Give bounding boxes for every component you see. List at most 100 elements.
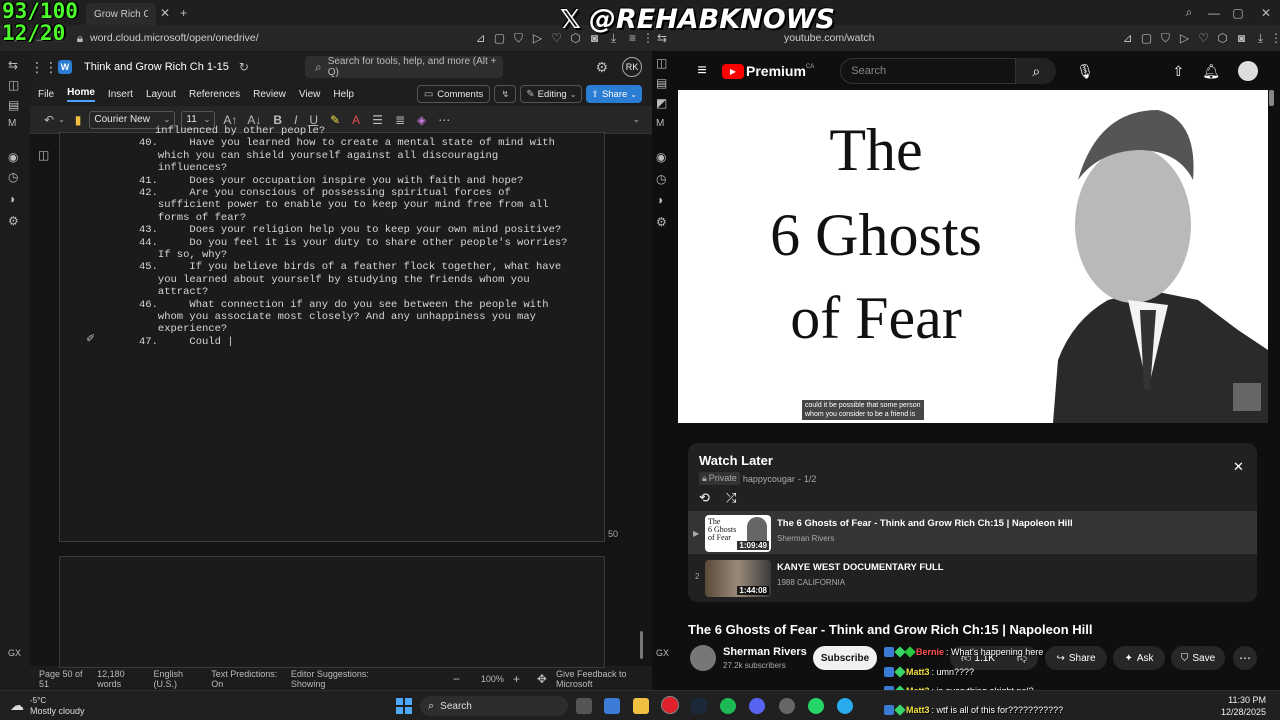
file-explorer-icon[interactable] <box>633 698 649 714</box>
youtube-logo-icon[interactable]: ▶ <box>722 63 744 79</box>
new-tab-icon[interactable]: + <box>180 6 187 20</box>
save-video-button[interactable]: ⛉ Save <box>1171 646 1225 670</box>
ask-button[interactable]: ✦ Ask <box>1113 646 1165 670</box>
menu-insert[interactable]: Insert <box>108 89 133 100</box>
more-actions-button[interactable]: ⋯ <box>1233 646 1257 670</box>
rail-mail-icon[interactable]: M <box>656 118 664 129</box>
word-tab[interactable]: Grow Rich Ch 1 <box>86 3 156 25</box>
next-document-page[interactable] <box>59 556 605 668</box>
menu-references[interactable]: References <box>189 89 240 100</box>
channel-watermark[interactable] <box>1233 383 1261 411</box>
format-painter-icon[interactable]: ▮ <box>75 113 82 127</box>
sidebar-play-icon[interactable]: ◉ <box>8 150 18 164</box>
shield-icon[interactable]: ⛉ <box>1156 31 1175 46</box>
play-icon[interactable]: ▷ <box>528 31 547 45</box>
highlight-icon[interactable]: ✎ <box>330 113 340 127</box>
share-video-button[interactable]: ↪ Share <box>1045 646 1107 670</box>
status-predictions[interactable]: Text Predictions: On <box>211 669 282 689</box>
avatar[interactable]: RK <box>622 57 642 77</box>
document-line[interactable]: influenced by other people? <box>155 125 325 137</box>
notepad-app-icon[interactable] <box>604 698 620 714</box>
status-language[interactable]: English (U.S.) <box>154 669 203 689</box>
document-line[interactable]: 46. What connection if any do you see be… <box>139 299 549 311</box>
close-tab-icon[interactable]: ✕ <box>160 6 170 20</box>
telegram-icon[interactable] <box>837 698 853 714</box>
document-line[interactable]: 47. Could | <box>139 336 234 348</box>
zoom-level[interactable]: 100% <box>481 674 504 684</box>
sidebar-chat-icon[interactable]: ◫ <box>8 78 19 92</box>
menu-help[interactable]: Help <box>333 89 354 100</box>
rail-history-icon[interactable]: ◷ <box>656 172 666 186</box>
page-scrollbar[interactable] <box>1269 90 1274 106</box>
document-line[interactable]: 41. Does your occupation inspire you wit… <box>139 175 523 187</box>
pin-icon[interactable]: ⊿ <box>471 31 490 45</box>
play-icon[interactable]: ▷ <box>1175 31 1194 45</box>
rail-play-icon[interactable]: ◉ <box>656 150 666 164</box>
rail-chat-icon[interactable]: ◫ <box>656 56 667 70</box>
rail-theme-icon[interactable]: ◑ <box>656 193 663 207</box>
maximize-icon[interactable]: ▢ <box>1224 6 1252 20</box>
steam-icon[interactable] <box>691 698 707 714</box>
shuffle-icon[interactable]: ⤮ <box>726 490 736 506</box>
rail-gx-icon[interactable]: GX <box>656 648 669 658</box>
editing-mode-button[interactable]: ✎ Editing ⌄ <box>520 85 583 103</box>
youtube-search-input[interactable]: Search <box>840 58 1017 84</box>
youtube-premium-logo[interactable]: Premium <box>746 63 806 79</box>
sidebar-settings-icon[interactable]: ⚙ <box>8 214 19 228</box>
menu-review[interactable]: Review <box>253 89 286 100</box>
document-line[interactable]: you learned about yourself by studying t… <box>139 274 530 286</box>
document-line[interactable]: attract? <box>139 286 208 298</box>
word-search-box[interactable]: ⌕ Search for tools, help, and more (Alt … <box>304 56 503 78</box>
sidebar-reader-icon[interactable]: ▤ <box>8 98 19 112</box>
status-page[interactable]: Page 50 of 51 <box>39 669 88 689</box>
copilot-icon[interactable]: ◈ <box>417 113 426 127</box>
document-line[interactable]: 43. Does your religion help you to keep … <box>139 224 561 236</box>
channel-avatar[interactable] <box>690 645 716 671</box>
document-line[interactable]: experience? <box>139 323 227 335</box>
bullets-icon[interactable]: ☰ <box>372 113 383 127</box>
close-window-icon[interactable]: ✕ <box>1252 6 1280 20</box>
document-line[interactable]: influences? <box>139 162 227 174</box>
paragraph-icon[interactable]: ≣ <box>395 113 405 127</box>
navigation-pane-icon[interactable]: ◫ <box>38 148 49 162</box>
notifications-bell-icon[interactable]: 🔔︎ <box>1202 63 1220 80</box>
more-icon[interactable]: ⋮ <box>1270 31 1280 45</box>
document-line[interactable]: whom you associate most closely? And any… <box>139 311 536 323</box>
browser-search-icon[interactable]: ⌕ <box>1174 5 1204 20</box>
extensions-icon[interactable]: ⬡ <box>1213 31 1232 45</box>
document-line[interactable]: 40. Have you learned how to create a men… <box>139 137 555 149</box>
subscribe-button[interactable]: Subscribe <box>813 646 877 670</box>
playlist-item[interactable]: 2 1:44:08 KANYE WEST DOCUMENTARY FULL 19… <box>688 556 1257 599</box>
settings-gear-icon[interactable]: ⚙ <box>595 59 608 76</box>
video-player[interactable]: The 6 Ghosts of Fear could it be possibl… <box>678 90 1268 423</box>
weather-widget[interactable]: ☁ -5°C Mostly cloudy <box>10 695 85 717</box>
camera-icon[interactable]: ◙ <box>1232 31 1251 45</box>
loop-icon[interactable]: ⟲ <box>699 490 710 506</box>
heart-icon[interactable]: ♡ <box>1194 31 1213 45</box>
menu-file[interactable]: File <box>38 89 54 100</box>
discord-icon[interactable] <box>749 698 765 714</box>
sidebar-gx-icon[interactable]: GX <box>8 648 21 658</box>
system-clock[interactable]: 11:30 PM 12/28/2025 <box>1221 694 1266 718</box>
document-line[interactable]: 44. Do you feel it is your duty to share… <box>139 237 567 249</box>
minimize-icon[interactable]: — <box>1204 6 1224 20</box>
playlist-owner[interactable]: happycougar <box>743 474 795 484</box>
document-page[interactable]: influenced by other people? 40. Have you … <box>59 125 605 542</box>
more-options-icon[interactable]: ⋯ <box>438 113 450 127</box>
zoom-in-icon[interactable]: + <box>513 672 520 686</box>
whatsapp-icon[interactable] <box>808 698 824 714</box>
hamburger-menu-icon[interactable]: ≡ <box>690 62 714 80</box>
rail-reader-icon[interactable]: ▤ <box>656 76 667 90</box>
upload-icon[interactable]: ⇧ <box>1172 63 1184 80</box>
document-line[interactable]: forms of fear? <box>139 212 246 224</box>
menu-view[interactable]: View <box>299 89 321 100</box>
youtube-avatar[interactable] <box>1238 61 1258 81</box>
catch-up-button[interactable]: ↯ <box>494 85 517 103</box>
rail-settings-icon[interactable]: ⚙ <box>656 215 667 229</box>
download-icon[interactable]: ⤓ <box>1251 31 1270 46</box>
menu-home[interactable]: Home <box>67 87 95 102</box>
menu-layout[interactable]: Layout <box>146 89 176 100</box>
youtube-search-button[interactable]: ⌕ <box>1016 58 1057 84</box>
spotify-icon[interactable] <box>720 698 736 714</box>
document-line[interactable]: 45. If you believe birds of a feather fl… <box>139 261 561 273</box>
